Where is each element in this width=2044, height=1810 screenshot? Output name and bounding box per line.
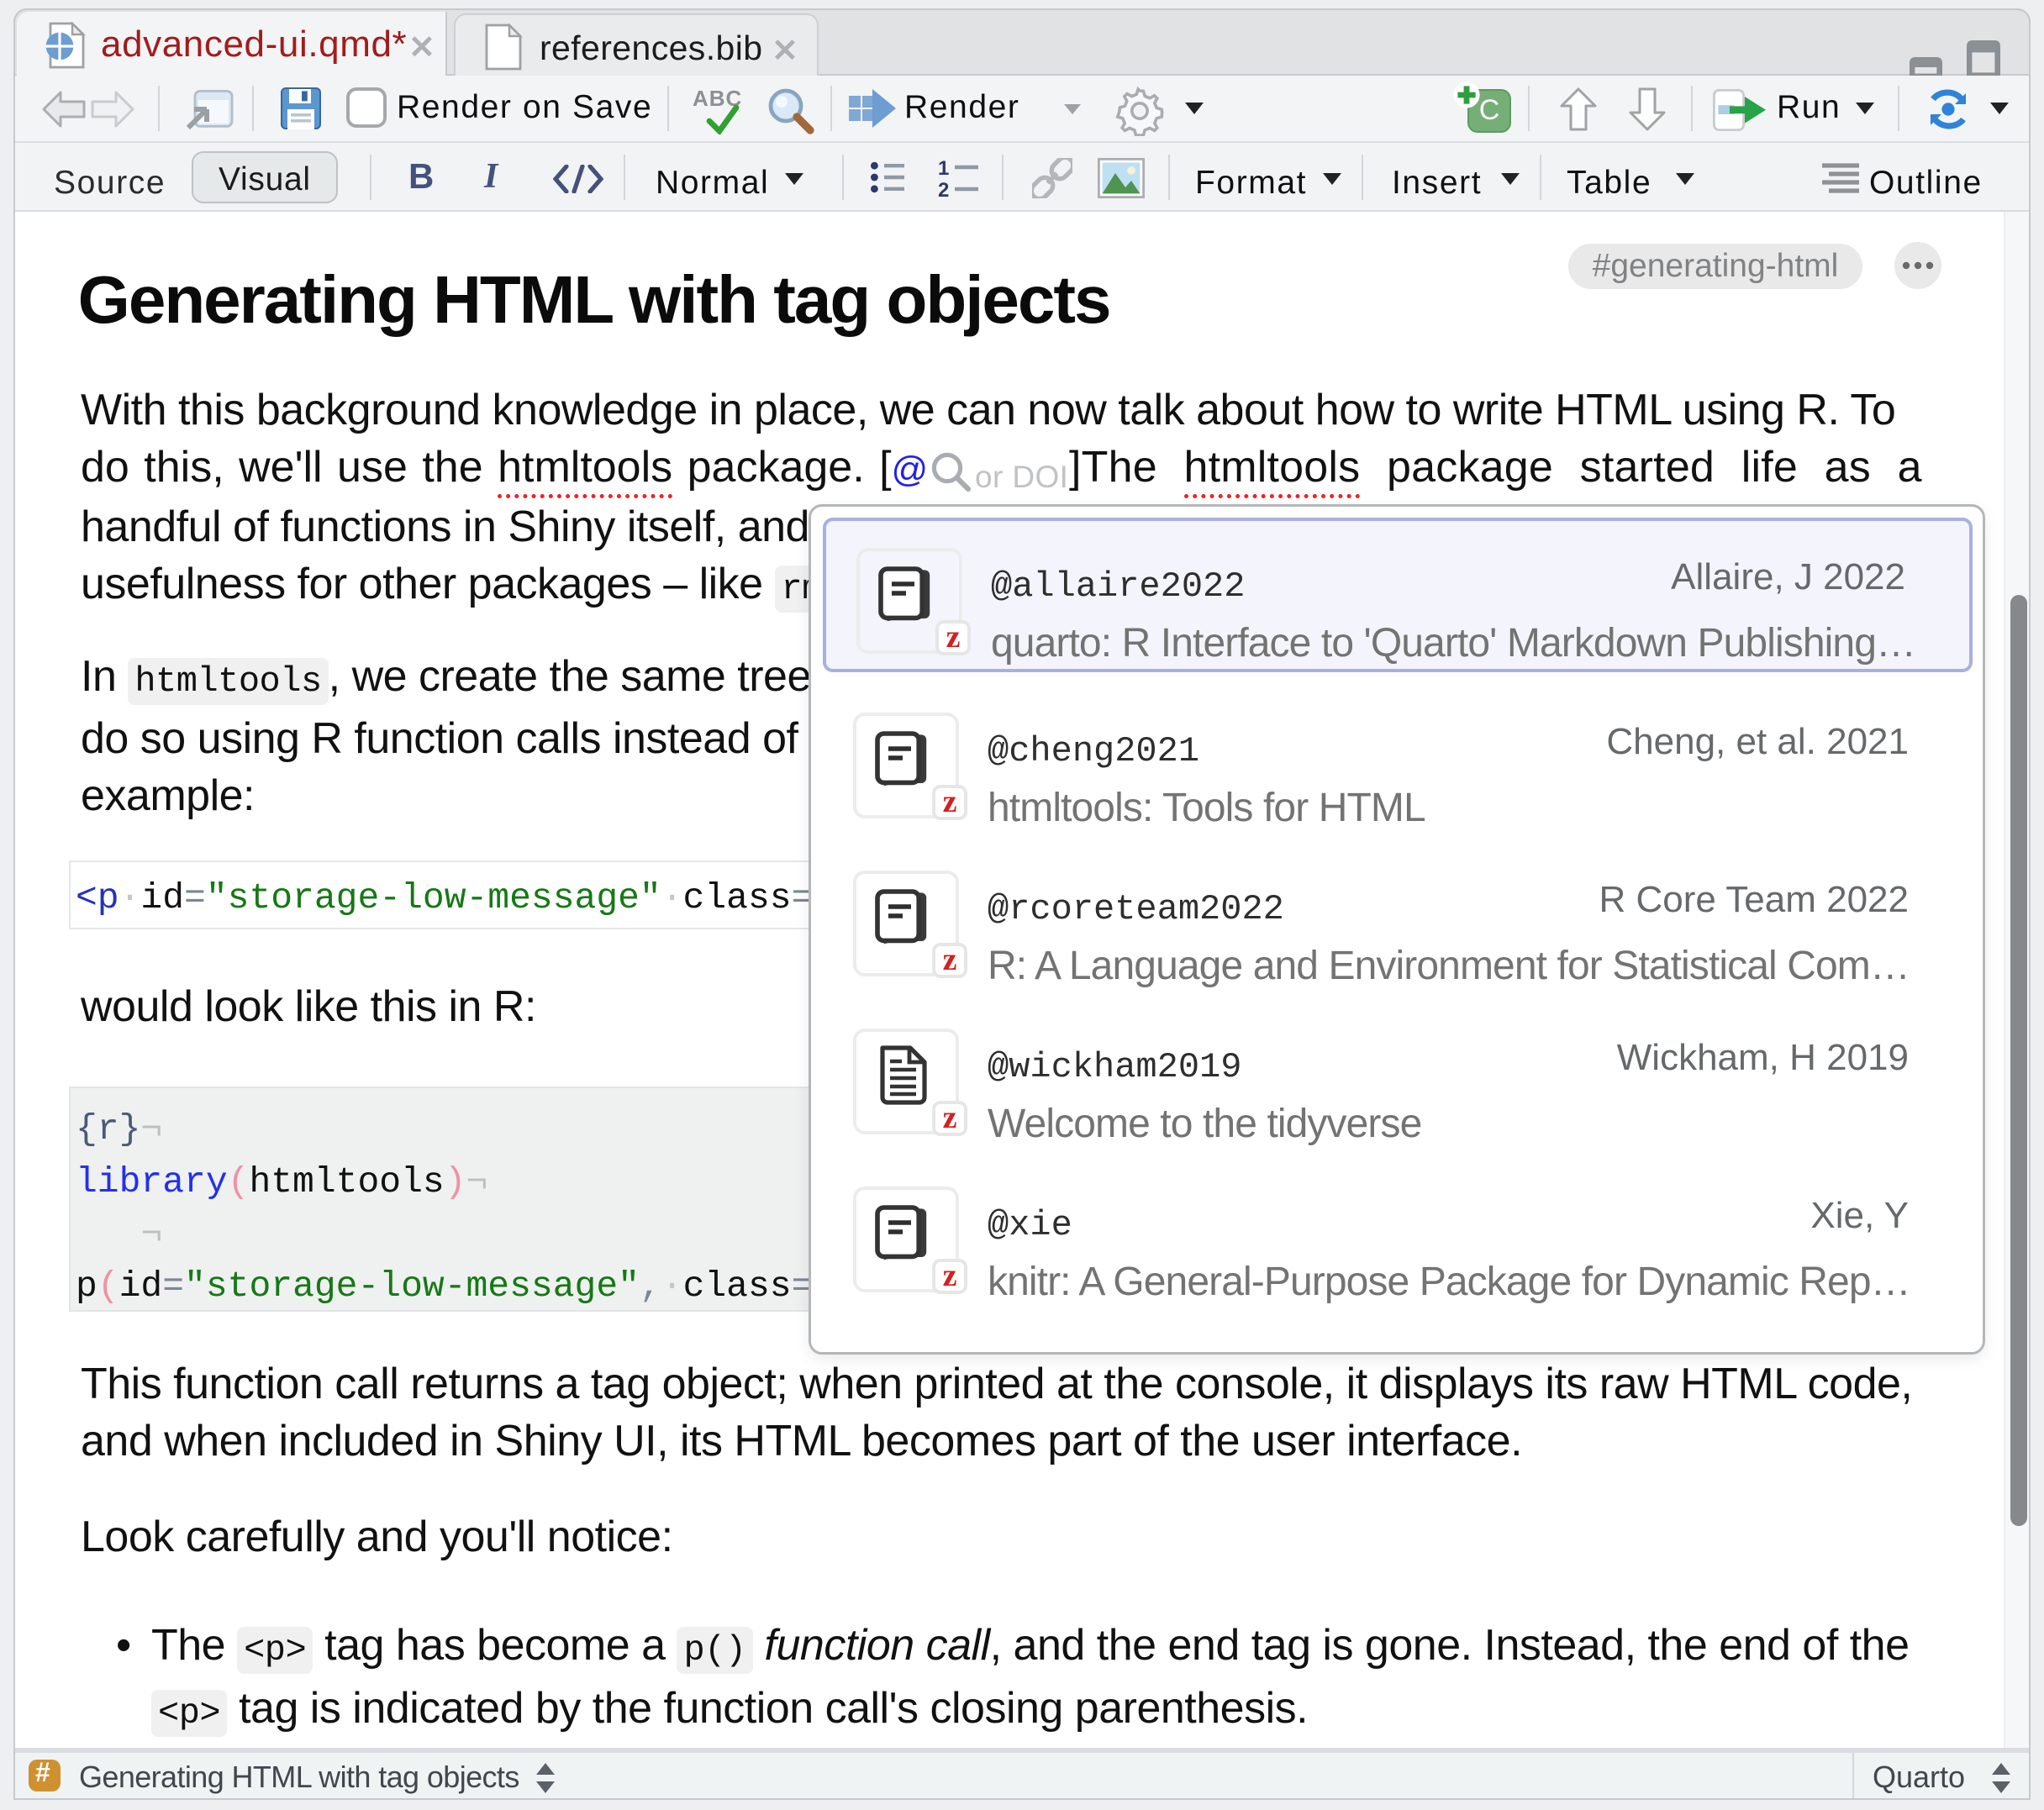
svg-text:2: 2 [938,179,949,198]
svg-text:1: 1 [938,158,949,180]
